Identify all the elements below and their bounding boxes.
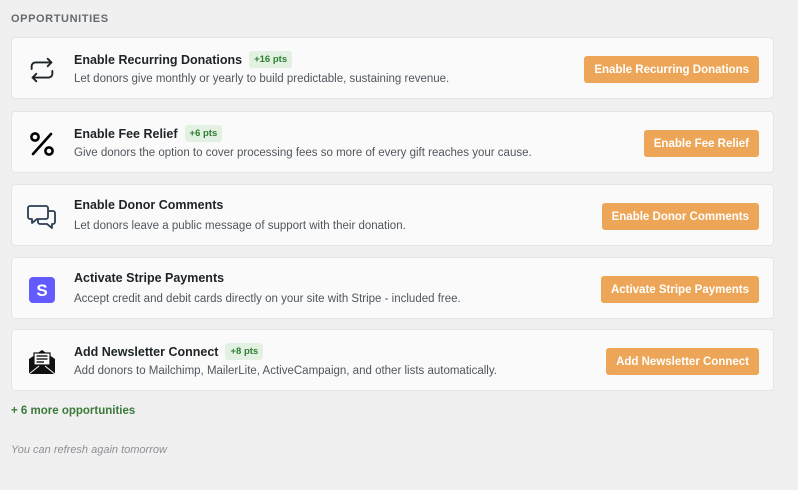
- opportunity-card-stripe-payments: S Activate Stripe Payments Accept credit…: [11, 257, 774, 319]
- opportunity-description: Let donors give monthly or yearly to bui…: [74, 73, 450, 85]
- add-newsletter-connect-button[interactable]: Add Newsletter Connect: [606, 348, 759, 375]
- more-opportunities-link[interactable]: + 6 more opportunities: [11, 405, 135, 417]
- svg-text:S: S: [36, 281, 47, 300]
- activate-stripe-payments-button[interactable]: Activate Stripe Payments: [600, 276, 759, 303]
- opportunity-card-donor-comments: Enable Donor Comments Let donors leave a…: [11, 184, 774, 246]
- section-title: OPPORTUNITIES: [11, 13, 109, 25]
- opportunity-title: Add Newsletter Connect: [74, 344, 219, 359]
- points-badge: +6 pts: [184, 125, 223, 142]
- comments-icon: [26, 201, 58, 233]
- opportunity-title: Enable Fee Relief: [74, 126, 178, 141]
- enable-recurring-donations-button[interactable]: Enable Recurring Donations: [584, 56, 759, 83]
- newsletter-icon: [26, 346, 58, 378]
- enable-donor-comments-button[interactable]: Enable Donor Comments: [601, 203, 759, 230]
- points-badge: +8 pts: [225, 343, 264, 360]
- opportunity-card-fee-relief: Enable Fee Relief +6 pts Give donors the…: [11, 111, 774, 173]
- opportunity-description: Accept credit and debit cards directly o…: [74, 293, 461, 305]
- opportunity-title: Activate Stripe Payments: [74, 271, 225, 285]
- opportunity-card-recurring-donations: Enable Recurring Donations +16 pts Let d…: [11, 37, 774, 99]
- recurring-arrows-icon: [26, 54, 58, 86]
- opportunity-description: Let donors leave a public message of sup…: [74, 220, 406, 232]
- stripe-icon: S: [26, 274, 58, 306]
- opportunity-description: Give donors the option to cover processi…: [74, 147, 532, 159]
- opportunity-card-newsletter-connect: Add Newsletter Connect +8 pts Add donors…: [11, 329, 774, 391]
- percent-icon: [26, 128, 58, 160]
- points-badge: +16 pts: [249, 51, 293, 68]
- opportunity-title: Enable Donor Comments: [74, 198, 224, 212]
- opportunity-title: Enable Recurring Donations: [74, 52, 243, 67]
- opportunity-description: Add donors to Mailchimp, MailerLite, Act…: [74, 365, 497, 377]
- refresh-note: You can refresh again tomorrow: [11, 444, 167, 456]
- enable-fee-relief-button[interactable]: Enable Fee Relief: [643, 130, 759, 157]
